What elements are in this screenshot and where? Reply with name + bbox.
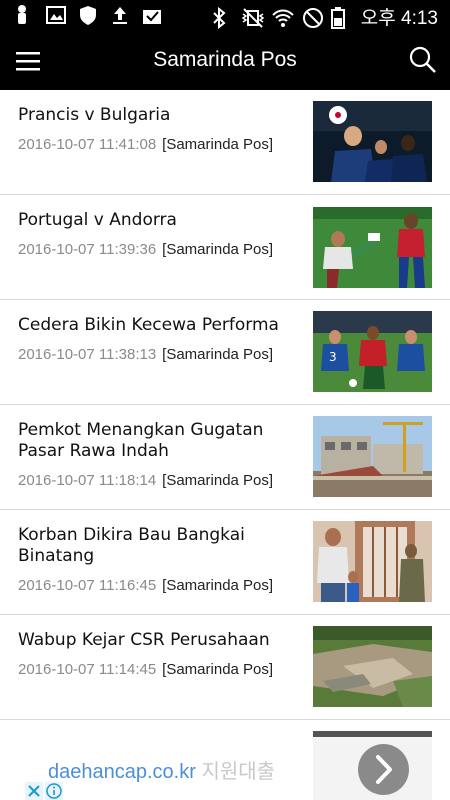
article-thumbnail	[313, 521, 432, 602]
info-icon[interactable]	[45, 782, 63, 800]
list-item[interactable]: Portugal v Andorra 2016-10-07 11:39:36 [S…	[0, 195, 450, 300]
article-meta: 2016-10-07 11:39:36 [Samarinda Pos]	[18, 241, 273, 258]
article-thumbnail	[313, 101, 432, 182]
wifi-icon	[271, 6, 294, 28]
article-thumbnail	[313, 626, 432, 707]
article-thumbnail	[313, 207, 432, 288]
upload-icon	[110, 4, 130, 26]
article-title: Prancis v Bulgaria	[18, 105, 171, 125]
article-meta: 2016-10-07 11:14:45 [Samarinda Pos]	[18, 661, 273, 678]
page-title: Samarinda Pos	[153, 48, 297, 71]
ad-banner[interactable]: daehancap.co.kr 지원대출	[0, 737, 450, 800]
article-thumbnail	[313, 416, 432, 497]
article-source: [Samarinda Pos]	[162, 472, 274, 489]
close-icon[interactable]	[25, 782, 43, 800]
article-source: [Samarinda Pos]	[162, 136, 274, 153]
list-item[interactable]: Wabup Kejar CSR Perusahaan 2016-10-07 11…	[0, 615, 450, 720]
article-source: [Samarinda Pos]	[162, 346, 274, 363]
status-time: 오후 4:13	[360, 8, 438, 29]
battery-icon	[330, 6, 351, 29]
article-source: [Samarinda Pos]	[162, 577, 274, 594]
ad-faded-text: 지원대출	[201, 761, 276, 783]
mail-check-icon	[142, 4, 162, 26]
article-date: 2016-10-07 11:41:08	[18, 136, 157, 153]
status-bar: 오후 4:13	[0, 0, 450, 32]
list-item[interactable]: Prancis v Bulgaria 2016-10-07 11:41:08 [S…	[0, 90, 450, 195]
notification-icon	[14, 4, 34, 26]
article-date: 2016-10-07 11:39:36	[18, 241, 157, 258]
article-title: Wabup Kejar CSR Perusahaan	[18, 630, 270, 650]
article-date: 2016-10-07 11:18:14	[18, 472, 157, 489]
article-meta: 2016-10-07 11:38:13 [Samarinda Pos]	[18, 346, 273, 363]
article-title: Pemkot Menangkan Gugatan Pasar Rawa Inda…	[18, 420, 264, 461]
news-feed[interactable]: Prancis v Bulgaria 2016-10-07 11:41:08 [S…	[0, 90, 450, 800]
article-title: Cedera Bikin Kecewa Performa	[18, 315, 279, 335]
ad-link[interactable]: daehancap.co.kr 지원대출	[48, 755, 275, 784]
list-item[interactable]: Korban Dikira Bau Bangkai Binatang 2016-…	[0, 510, 450, 615]
list-item[interactable]: Cedera Bikin Kecewa Performa 2016-10-07 …	[0, 300, 450, 405]
article-source: [Samarinda Pos]	[162, 661, 274, 678]
article-date: 2016-10-07 11:38:13	[18, 346, 157, 363]
app-bar: Samarinda Pos	[0, 32, 450, 90]
article-meta: 2016-10-07 11:16:45 [Samarinda Pos]	[18, 577, 273, 594]
vibrate-icon	[241, 6, 265, 28]
article-thumbnail: 3	[313, 311, 432, 392]
article-title: Korban Dikira Bau Bangkai Binatang	[18, 525, 245, 566]
article-meta: 2016-10-07 11:41:08 [Samarinda Pos]	[18, 136, 273, 153]
list-item[interactable]: Pemkot Menangkan Gugatan Pasar Rawa Inda…	[0, 405, 450, 510]
shield-icon	[78, 4, 98, 26]
article-title: Portugal v Andorra	[18, 210, 177, 230]
image-icon	[46, 4, 66, 26]
search-icon[interactable]	[408, 44, 438, 76]
bluetooth-icon	[211, 6, 231, 29]
article-source: [Samarinda Pos]	[162, 241, 274, 258]
article-meta: 2016-10-07 11:18:14 [Samarinda Pos]	[18, 472, 273, 489]
chevron-right-icon[interactable]	[358, 744, 409, 795]
article-date: 2016-10-07 11:16:45	[18, 577, 157, 594]
block-icon	[301, 6, 323, 28]
ad-link-text: daehancap.co.kr	[48, 761, 196, 783]
article-date: 2016-10-07 11:14:45	[18, 661, 157, 678]
svg-text:3: 3	[329, 350, 337, 364]
